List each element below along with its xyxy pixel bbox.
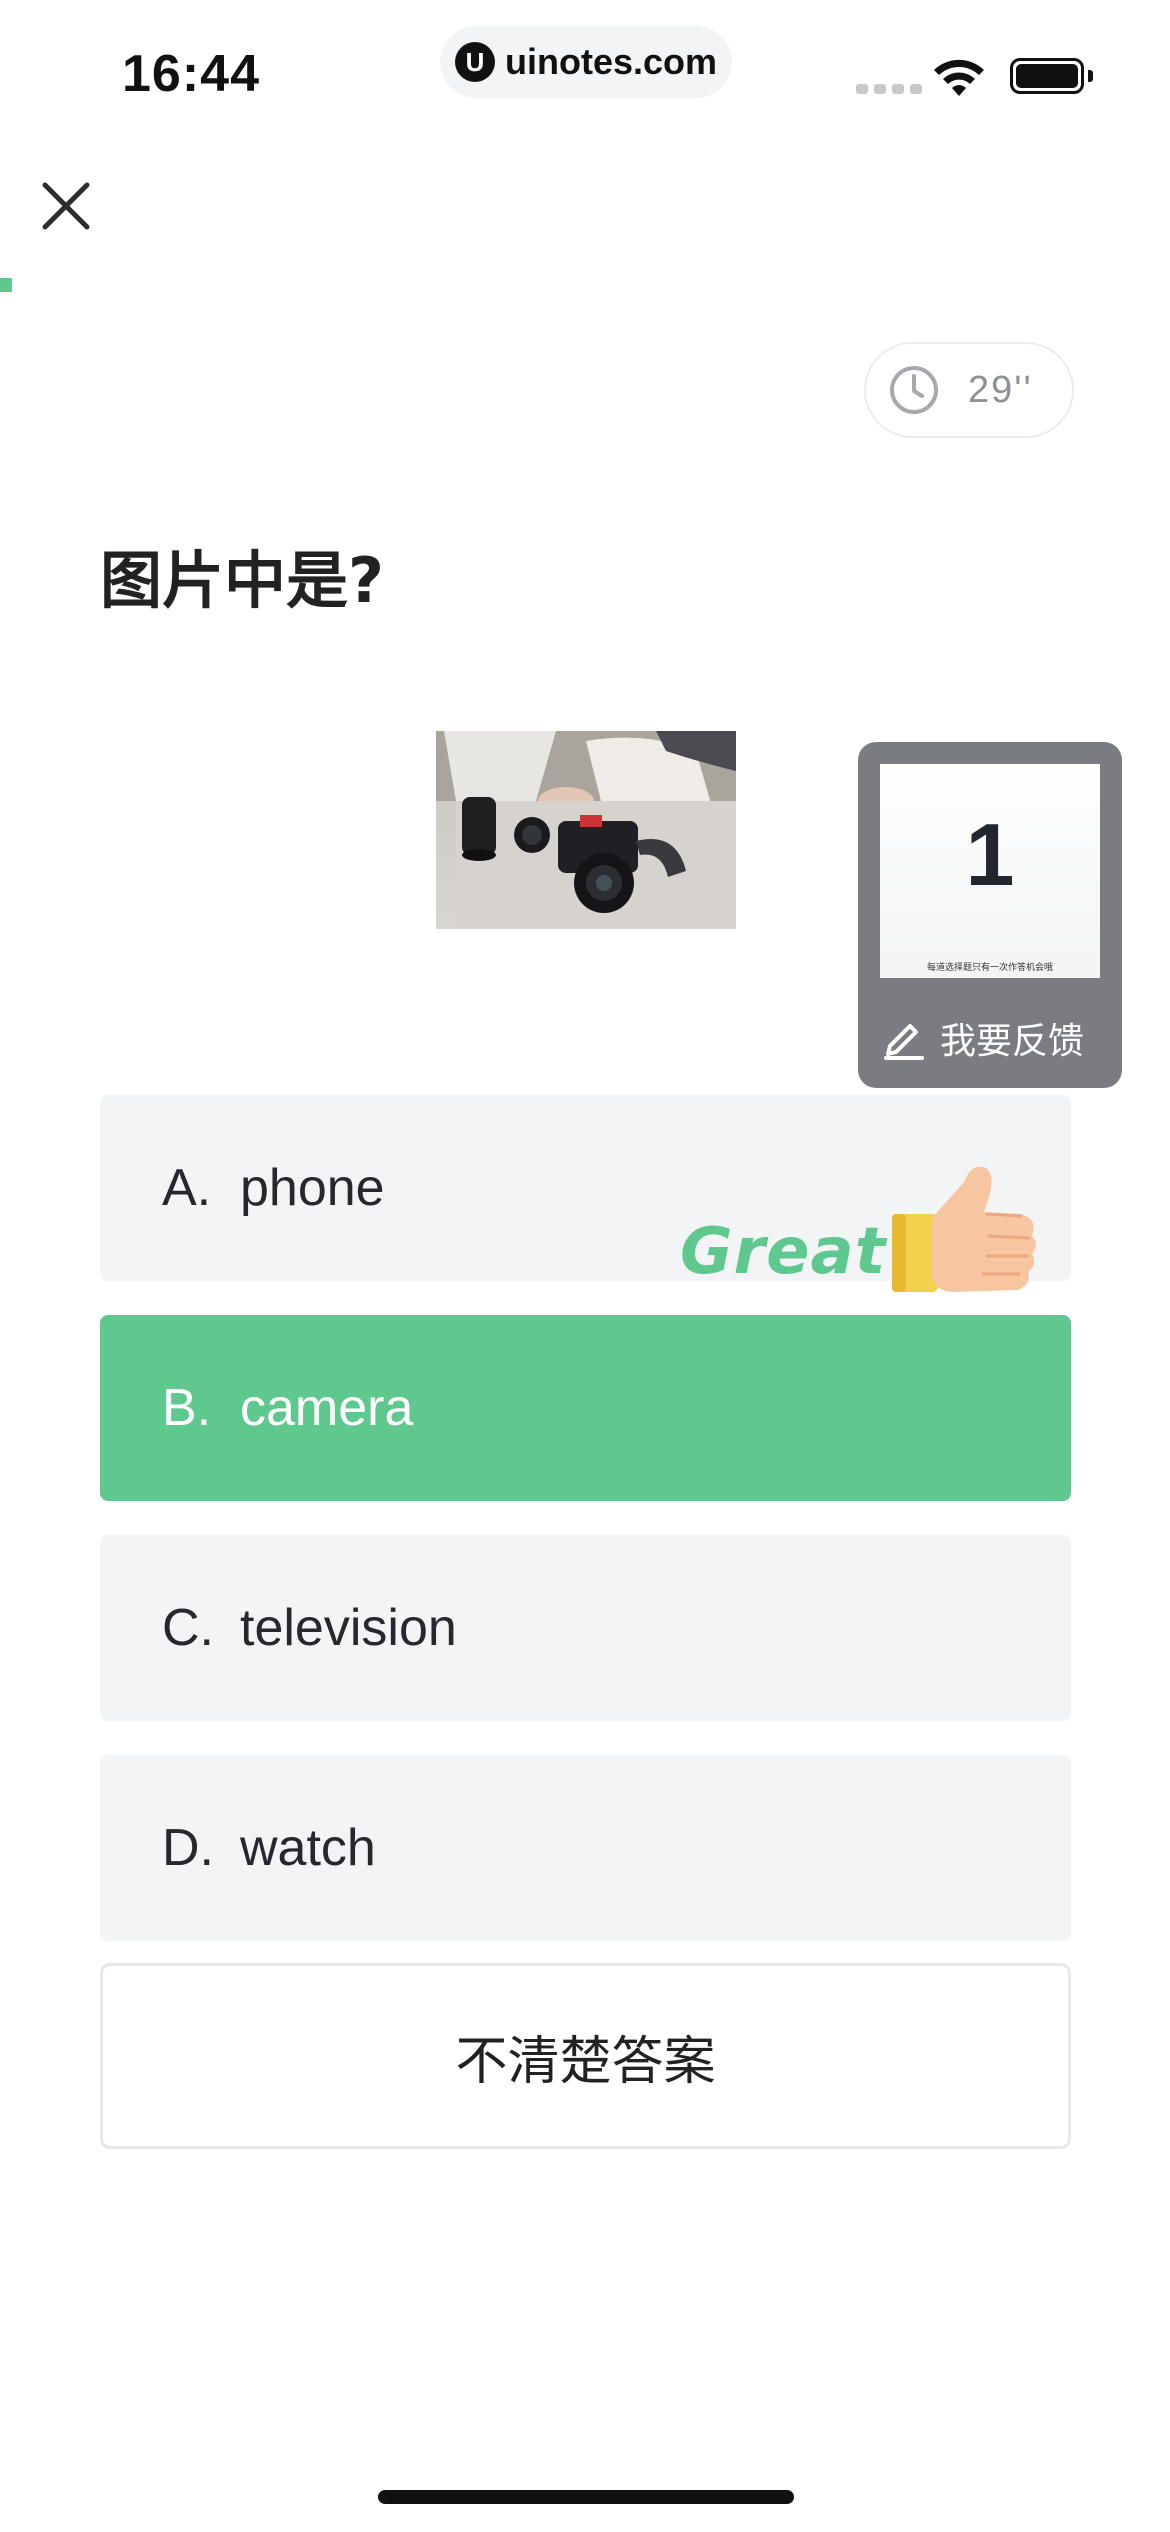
close-icon [42, 182, 90, 230]
feedback-thumbnail-caption: 每道选择题只有一次作答机会哦 [926, 962, 1053, 972]
progress-bar [0, 278, 12, 292]
feedback-card[interactable]: 1 每道选择题只有一次作答机会哦 我要反馈 [858, 742, 1122, 1088]
thumbs-up-icon [892, 1166, 1036, 1292]
option-letter: C. [162, 1599, 214, 1657]
praise-text: Great [680, 1215, 887, 1289]
wifi-icon [934, 59, 984, 96]
status-time: 16:44 [122, 45, 260, 103]
cellular-signal-icon [856, 84, 922, 94]
feedback-label-row: 我要反馈 [882, 1012, 1084, 1064]
battery-tip [1088, 70, 1093, 82]
option-text: watch [240, 1819, 376, 1877]
feedback-thumbnail-number: 1 [965, 805, 1015, 904]
option-letter: D. [162, 1819, 214, 1877]
site-logo-icon: U [454, 42, 495, 82]
url-text: uinotes.com [504, 41, 718, 82]
option-text: television [240, 1599, 457, 1657]
feedback-thumbnail: 1 每道选择题只有一次作答机会哦 [880, 764, 1100, 978]
unknown-answer-label: 不清楚答案 [455, 2031, 716, 2092]
clock-icon [890, 366, 938, 414]
option-b[interactable]: B. camera [100, 1315, 1071, 1501]
pencil-icon [884, 1024, 924, 1060]
home-indicator[interactable] [378, 2490, 794, 2504]
feedback-label: 我要反馈 [940, 1020, 1085, 1061]
countdown-timer: 29'' [864, 342, 1074, 438]
timer-text: 29'' [968, 368, 1033, 411]
question-title: 图片中是? [100, 544, 384, 617]
unknown-answer-button[interactable]: 不清楚答案 [100, 1963, 1071, 2149]
option-letter: B. [162, 1379, 212, 1437]
option-d[interactable]: D. watch [100, 1755, 1071, 1941]
question-image [436, 731, 736, 929]
option-text: phone [240, 1159, 385, 1217]
url-pill[interactable]: U uinotes.com [440, 26, 732, 98]
option-text: camera [240, 1379, 414, 1437]
battery-icon [1010, 58, 1084, 94]
close-button[interactable] [36, 176, 96, 236]
option-letter: A. [162, 1159, 212, 1217]
option-c[interactable]: C. television [100, 1535, 1071, 1721]
